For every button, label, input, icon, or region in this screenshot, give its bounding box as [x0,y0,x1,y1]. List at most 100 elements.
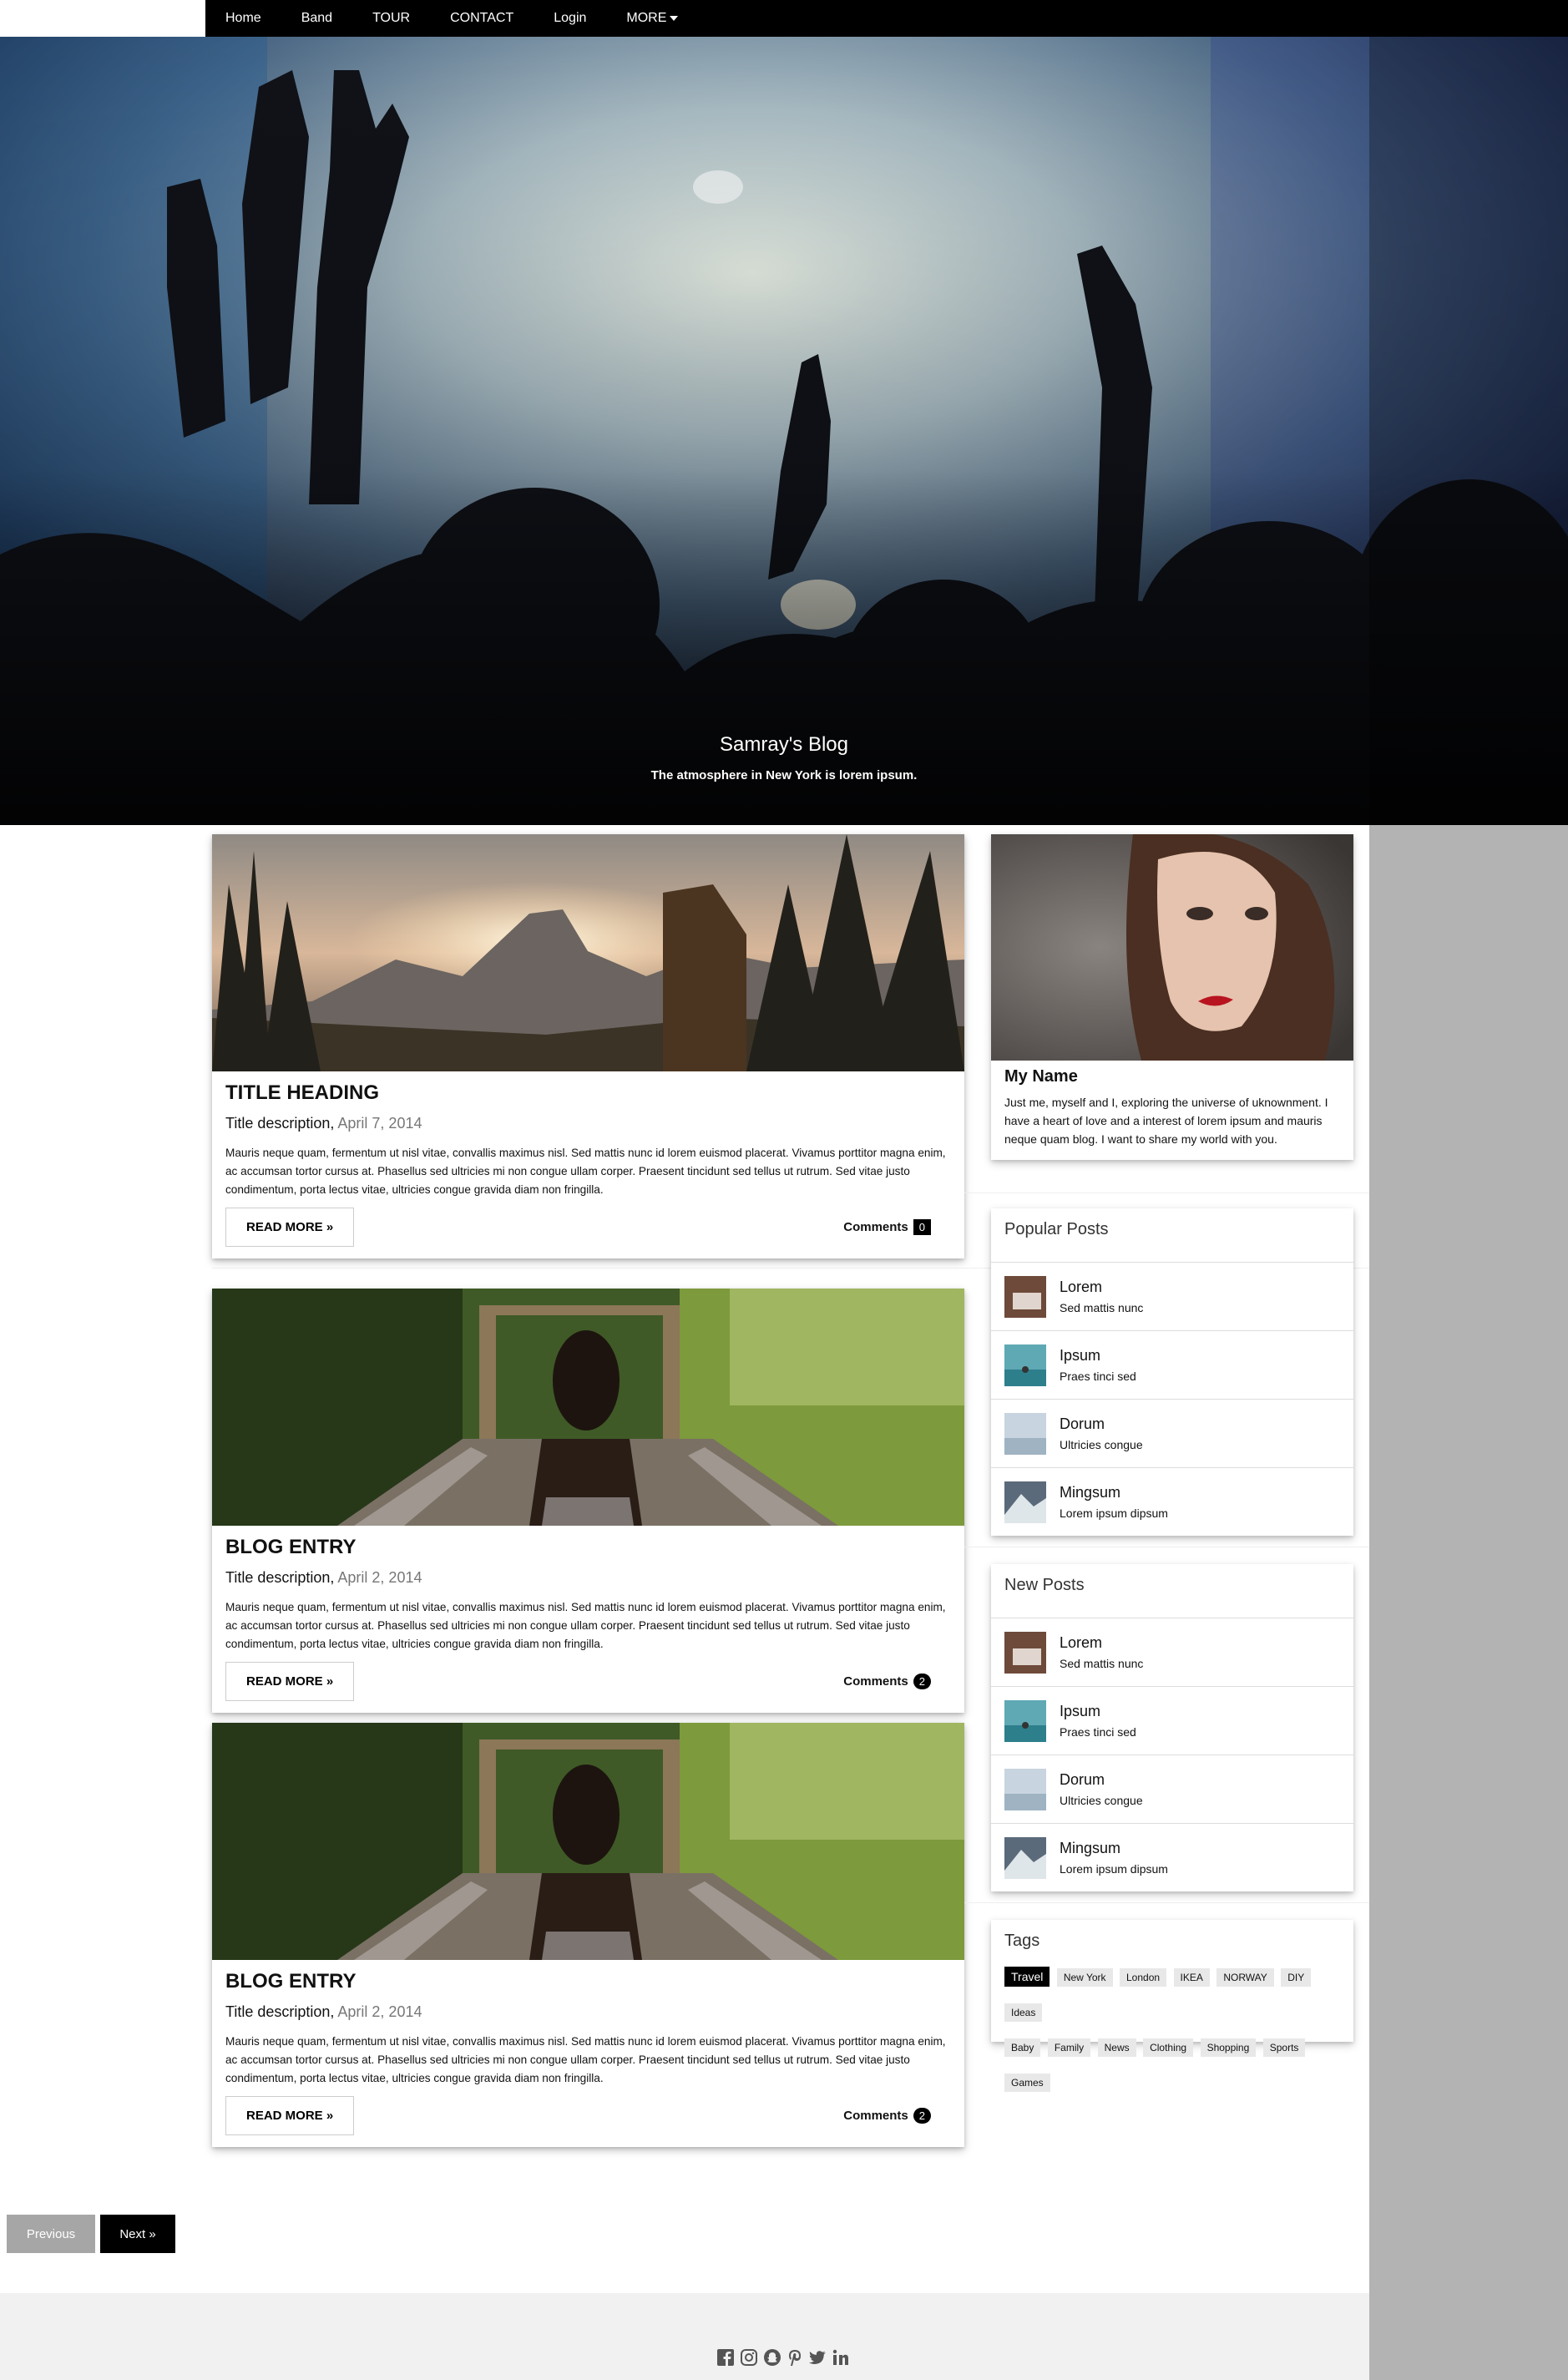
post-body: Mauris neque quam, fermentum ut nisl vit… [225,2035,946,2084]
nav-band[interactable]: Band [281,0,352,37]
post-thumb [1004,1481,1046,1523]
hero-subtitle: The atmosphere in New York is lorem ipsu… [650,768,918,782]
popular-posts-card: Popular Posts Lorem Sed mattis nunc Ipsum… [991,1208,1353,1536]
comments-label: Comments [843,1674,908,1689]
list-item[interactable]: Lorem Sed mattis nunc [991,1618,1353,1686]
caret-down-icon [670,15,679,21]
list-item[interactable]: Ipsum Praes tinci sed [991,1686,1353,1755]
tag-ideas[interactable]: Ideas [1004,2003,1043,2022]
post-thumb [1004,1412,1046,1455]
tag-new-york[interactable]: New York [1056,1968,1113,1987]
post-subtitle: Title description, April 2, 2014 [225,1569,951,1587]
footer [0,2293,1369,2380]
tag-norway[interactable]: NORWAY [1216,1968,1274,1987]
post-thumb [1004,1344,1046,1386]
post-title: BLOG ENTRY [225,1970,357,1993]
post-subtitle: Title description, April 7, 2014 [225,1115,951,1132]
post-date: April 2, 2014 [337,2003,422,2020]
post-subtitle: Sed mattis nunc [1060,1301,1144,1314]
post-subtitle: Ultricies congue [1060,1794,1143,1807]
comments-link[interactable]: Comments 0 [843,1219,931,1235]
post-title: Dorum [1060,1415,1105,1432]
profile-photo [991,834,1353,1061]
hero-banner: Samray's Blog The atmosphere in New York… [0,37,1568,825]
tag-london[interactable]: London [1120,1968,1167,1987]
tag-sports[interactable]: Sports [1262,2038,1306,2057]
read-more-button[interactable]: READ MORE » [225,1208,355,1247]
post-thumb [1004,1275,1046,1318]
post-thumb [1004,1836,1046,1879]
tag-shopping[interactable]: Shopping [1200,2038,1257,2057]
snapchat-icon[interactable] [763,2348,781,2367]
pinterest-icon[interactable] [787,2348,803,2367]
tag-ikea[interactable]: IKEA [1173,1968,1210,1987]
new-posts-heading: New Posts [1004,1576,1085,1594]
post-title: Lorem [1060,1634,1103,1651]
nav-more-dropdown[interactable]: MORE [606,0,698,37]
tag-news[interactable]: News [1097,2038,1136,2057]
twitter-icon[interactable] [808,2348,827,2367]
post-thumb [1004,1768,1046,1810]
popular-posts-heading: Popular Posts [1004,1220,1109,1238]
blog-card: TITLE HEADING Title description, April 7… [212,834,964,1258]
comments-count-badge: 2 [913,1674,931,1689]
comments-label: Comments [843,2109,908,2123]
post-thumb [1004,1631,1046,1674]
post-body: Mauris neque quam, fermentum ut nisl vit… [225,1601,946,1650]
tag-travel[interactable]: Travel [1004,1967,1050,1987]
nav-home[interactable]: Home [205,0,281,37]
comments-count-badge: 2 [913,2108,931,2124]
post-subtitle: Praes tinci sed [1060,1370,1136,1383]
tags-card: Tags Travel New York London IKEA NORWAY … [991,1920,1353,2092]
hero-concert-image [0,37,1568,825]
post-desc: Title description, [225,1115,335,1132]
post-thumb [1004,1699,1046,1742]
post-subtitle: Lorem ipsum dipsum [1060,1862,1168,1876]
blog-card: BLOG ENTRY Title description, April 2, 2… [212,1723,964,2147]
list-item[interactable]: Mingsum Lorem ipsum dipsum [991,1467,1353,1536]
tag-family[interactable]: Family [1047,2038,1091,2057]
list-item[interactable]: Dorum Ultricies congue [991,1399,1353,1467]
comments-label: Comments [843,1220,908,1234]
nav-left-blank [0,0,205,37]
post-subtitle: Title description, April 2, 2014 [225,2003,951,2021]
bridge-woman-image [212,1289,964,1526]
profile-about: Just me, myself and I, exploring the uni… [1004,1096,1328,1146]
list-item[interactable]: Lorem Sed mattis nunc [991,1262,1353,1330]
tag-diy[interactable]: DIY [1281,1968,1312,1987]
post-title: Ipsum [1060,1347,1101,1364]
blog-card: BLOG ENTRY Title description, April 2, 2… [212,1289,964,1713]
post-subtitle: Sed mattis nunc [1060,1657,1144,1670]
tag-games[interactable]: Games [1004,2074,1050,2092]
list-item[interactable]: Ipsum Praes tinci sed [991,1330,1353,1399]
list-item[interactable]: Mingsum Lorem ipsum dipsum [991,1823,1353,1891]
read-more-button[interactable]: READ MORE » [225,1662,355,1701]
nav-contact[interactable]: CONTACT [430,0,534,37]
right-gray-panel [1369,825,1568,2380]
facebook-icon[interactable] [716,2348,735,2367]
bridge-woman-image [212,1723,964,1960]
nav-login[interactable]: Login [534,0,606,37]
social-links [716,2348,850,2367]
instagram-icon[interactable] [740,2348,758,2367]
post-date: April 2, 2014 [337,1569,422,1586]
post-title: Mingsum [1060,1840,1121,1856]
linkedin-icon[interactable] [832,2348,850,2367]
list-item[interactable]: Dorum Ultricies congue [991,1755,1353,1823]
post-desc: Title description, [225,1569,335,1586]
previous-button[interactable]: Previous [7,2215,95,2253]
tag-clothing[interactable]: Clothing [1143,2038,1194,2057]
nav-more-label: MORE [626,11,667,25]
read-more-button[interactable]: READ MORE » [225,2096,355,2135]
hero-right-overlay [1369,37,1568,825]
profile-name: My Name [1004,1067,1078,1086]
next-button[interactable]: Next » [100,2215,175,2253]
tags-heading: Tags [1004,1932,1040,1950]
comments-link[interactable]: Comments 2 [843,2108,931,2124]
post-title: BLOG ENTRY [225,1536,357,1558]
post-title: Ipsum [1060,1703,1101,1719]
comments-link[interactable]: Comments 2 [843,1674,931,1689]
tag-baby[interactable]: Baby [1004,2038,1041,2057]
post-subtitle: Praes tinci sed [1060,1725,1136,1739]
nav-tour[interactable]: TOUR [352,0,430,37]
